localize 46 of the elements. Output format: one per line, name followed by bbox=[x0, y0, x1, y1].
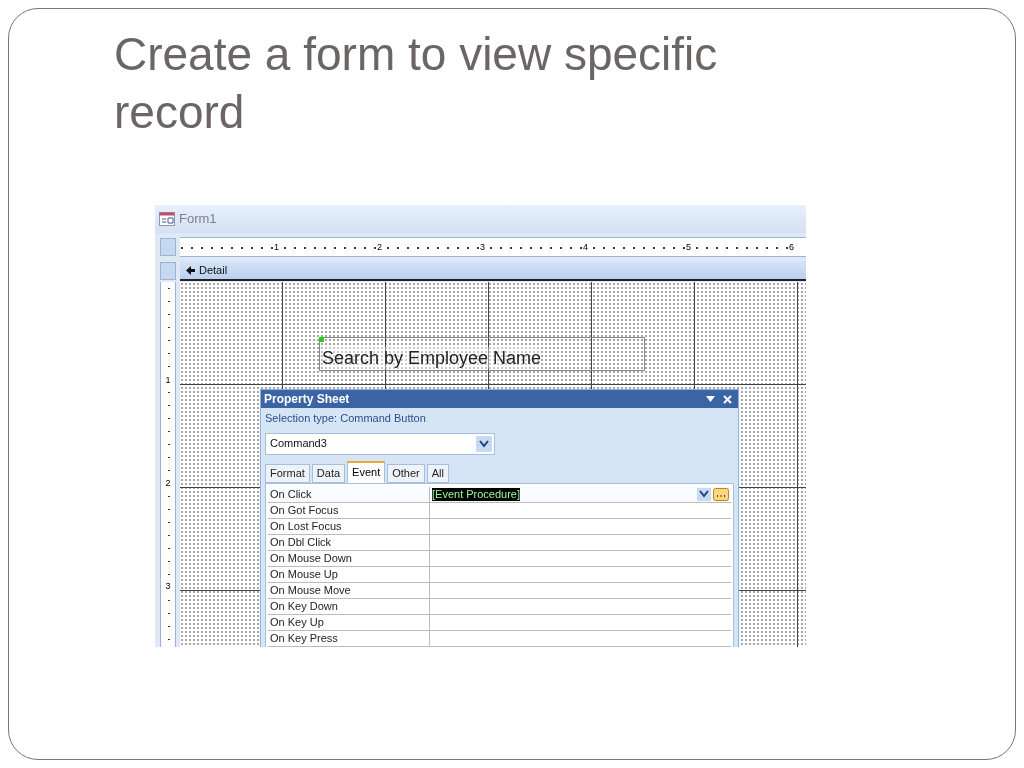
section-selector bbox=[160, 262, 176, 280]
dropdown-button[interactable] bbox=[476, 435, 492, 452]
tab[interactable]: Other bbox=[387, 463, 425, 483]
panel-title: Property Sheet bbox=[264, 391, 350, 408]
ruler-number: 1 bbox=[164, 376, 172, 385]
tab[interactable]: Format bbox=[265, 463, 310, 483]
property-name[interactable]: On Click bbox=[268, 486, 430, 502]
dropdown-icon[interactable] bbox=[706, 396, 715, 402]
ruler-number: 4 bbox=[582, 242, 589, 252]
ruler-number: 6 bbox=[788, 242, 795, 252]
property-name[interactable]: On Lost Focus bbox=[268, 518, 430, 534]
object-dropdown[interactable]: Command3 bbox=[265, 432, 495, 455]
section-bar[interactable]: Detail bbox=[180, 261, 806, 281]
tab[interactable]: Event bbox=[347, 460, 386, 483]
ruler-number: 3 bbox=[479, 242, 486, 252]
tab[interactable]: All bbox=[426, 463, 449, 483]
chevron-icon bbox=[699, 490, 709, 498]
section-title: Detail bbox=[199, 262, 228, 278]
property-name[interactable]: On Got Focus bbox=[268, 502, 430, 518]
label-control[interactable]: Search by Employee Name bbox=[319, 337, 645, 371]
property-name[interactable]: On Key Down bbox=[268, 598, 430, 614]
selection-type: Selection type: Command Button bbox=[265, 411, 427, 426]
property-name[interactable]: On Mouse Up bbox=[268, 566, 430, 582]
label-text: Search by Employee Name bbox=[322, 347, 542, 369]
property-name[interactable]: On Mouse Down bbox=[268, 550, 430, 566]
property-name[interactable]: On Key Up bbox=[268, 614, 430, 630]
property-row[interactable]: On Click [Event Procedure] bbox=[268, 486, 731, 503]
ruler-number: 3 bbox=[164, 582, 172, 591]
ruler-number: 2 bbox=[164, 479, 172, 488]
window-title: Form1 bbox=[179, 210, 217, 229]
selection-handle[interactable] bbox=[319, 337, 324, 342]
property-name[interactable]: On Key Press bbox=[268, 630, 430, 646]
chevron-icon bbox=[479, 439, 489, 448]
tab[interactable]: Data bbox=[311, 463, 346, 483]
property-name[interactable]: On Dbl Click bbox=[268, 534, 430, 550]
arrow-icon bbox=[186, 265, 195, 275]
ruler-number: 1 bbox=[273, 242, 280, 252]
ruler-number: 5 bbox=[685, 242, 692, 252]
close-icon[interactable] bbox=[723, 394, 732, 404]
property-value[interactable]: [Event Procedure] bbox=[432, 487, 521, 501]
form-icon bbox=[159, 212, 175, 226]
slide-title: Create a form to view specific record bbox=[114, 27, 719, 140]
property-name[interactable]: On Mouse Move bbox=[268, 582, 430, 598]
ruler-number: 2 bbox=[376, 242, 383, 252]
dropdown-button[interactable] bbox=[697, 487, 711, 501]
ruler-corner bbox=[160, 238, 176, 256]
